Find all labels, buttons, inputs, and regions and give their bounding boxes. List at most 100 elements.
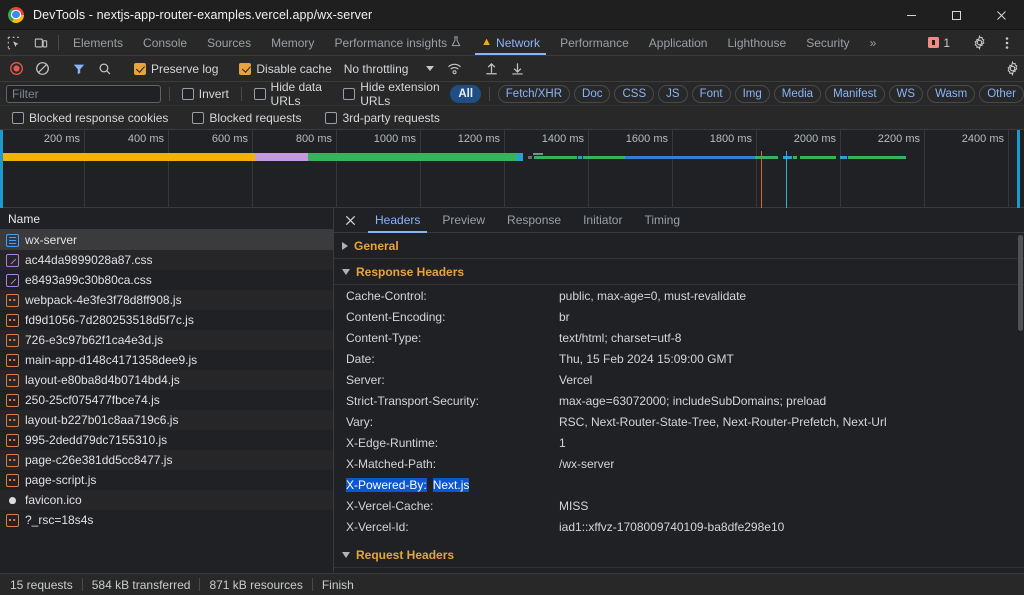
network-overview-timeline[interactable]: 200 ms 400 ms 600 ms 800 ms 1000 ms 1200… — [0, 130, 1024, 208]
table-row[interactable]: e8493a99c30b80ca.css — [0, 270, 333, 290]
tab-preview[interactable]: Preview — [431, 208, 496, 233]
gear-icon[interactable] — [966, 35, 993, 50]
header-row[interactable]: Server: Vercel — [334, 369, 1024, 390]
type-filter-js[interactable]: JS — [658, 85, 687, 103]
disable-cache-checkbox[interactable]: Disable cache — [235, 62, 335, 76]
clear-icon[interactable] — [30, 58, 54, 80]
search-icon[interactable] — [93, 58, 117, 80]
request-list[interactable]: wx-server ac44da9899028a87.css e8493a99c… — [0, 230, 333, 572]
section-general[interactable]: General — [334, 233, 1024, 259]
header-row[interactable]: X-Vercel-Id: iad1::xffvz-1708009740109-b… — [334, 516, 1024, 537]
type-filter-doc[interactable]: Doc — [574, 85, 610, 103]
header-row[interactable]: Strict-Transport-Security: max-age=63072… — [334, 390, 1024, 411]
table-row[interactable]: layout-b227b01c8aa719c6.js — [0, 410, 333, 430]
maximize-button[interactable] — [934, 0, 979, 30]
table-row[interactable]: page-script.js — [0, 470, 333, 490]
type-filter-ws[interactable]: WS — [889, 85, 924, 103]
header-row[interactable]: Vary: RSC, Next-Router-State-Tree, Next-… — [334, 411, 1024, 432]
tab-performance-insights[interactable]: Performance insights — [324, 30, 471, 55]
tab-elements[interactable]: Elements — [63, 30, 133, 55]
table-row[interactable]: ?_rsc=18s4s — [0, 510, 333, 530]
invert-checkbox[interactable]: Invert — [178, 87, 233, 101]
tab-timing[interactable]: Timing — [633, 208, 691, 233]
type-filter-css[interactable]: CSS — [614, 85, 654, 103]
type-filter-manifest[interactable]: Manifest — [825, 85, 884, 103]
issues-counter[interactable]: 1 — [921, 36, 957, 50]
table-row[interactable]: 250-25cf075477fbce74.js — [0, 390, 333, 410]
inspect-element-icon[interactable] — [0, 30, 27, 55]
tab-console[interactable]: Console — [133, 30, 197, 55]
type-filter-wasm[interactable]: Wasm — [927, 85, 975, 103]
tab-response[interactable]: Response — [496, 208, 572, 233]
request-name: ac44da9899028a87.css — [25, 253, 152, 267]
kebab-menu-icon[interactable] — [993, 36, 1020, 50]
tab-performance[interactable]: Performance — [550, 30, 639, 55]
funnel-icon[interactable] — [67, 58, 91, 80]
header-value: br — [559, 310, 570, 324]
tab-initiator[interactable]: Initiator — [572, 208, 633, 233]
header-row[interactable]: X-Edge-Runtime: 1 — [334, 432, 1024, 453]
device-toolbar-icon[interactable] — [27, 30, 54, 55]
headers-content: General Response Headers Cache-Control: … — [334, 233, 1024, 572]
header-row[interactable]: Content-Encoding: br — [334, 306, 1024, 327]
third-party-requests-checkbox[interactable]: 3rd-party requests — [321, 111, 443, 125]
type-filter-other[interactable]: Other — [979, 85, 1024, 103]
throttling-dropdown[interactable]: No throttling — [338, 62, 441, 76]
tab-network[interactable]: ▲ Network — [471, 30, 550, 55]
network-settings-gear-icon[interactable] — [1000, 58, 1024, 80]
type-filter-img[interactable]: Img — [735, 85, 770, 103]
table-row[interactable]: wx-server — [0, 230, 333, 250]
record-stop-icon[interactable] — [4, 58, 28, 80]
close-icon[interactable] — [340, 210, 360, 230]
export-har-icon[interactable] — [505, 58, 529, 80]
tab-sources[interactable]: Sources — [197, 30, 261, 55]
column-header-name[interactable]: Name — [0, 208, 333, 230]
tick-label: 1400 ms — [542, 133, 584, 145]
header-row[interactable]: :authority: nextjs-app-router-examples.v… — [334, 568, 1024, 572]
blocked-response-cookies-checkbox[interactable]: Blocked response cookies — [8, 111, 172, 125]
type-filter-media[interactable]: Media — [774, 85, 821, 103]
header-row[interactable]: X-Vercel-Cache: MISS — [334, 495, 1024, 516]
type-filter-all[interactable]: All — [450, 85, 481, 103]
header-value: RSC, Next-Router-State-Tree, Next-Router… — [559, 415, 887, 429]
more-tabs-button[interactable]: » — [860, 30, 887, 55]
section-request-headers[interactable]: Request Headers — [334, 542, 1024, 568]
search-input[interactable] — [6, 85, 161, 103]
overview-selection-left-handle[interactable] — [0, 130, 3, 208]
type-filter-font[interactable]: Font — [692, 85, 731, 103]
table-row[interactable]: 995-2dedd79dc7155310.js — [0, 430, 333, 450]
table-row[interactable]: layout-e80ba8d4b0714bd4.js — [0, 370, 333, 390]
tab-lighthouse[interactable]: Lighthouse — [717, 30, 796, 55]
header-row[interactable]: Cache-Control: public, max-age=0, must-r… — [334, 285, 1024, 306]
overview-selection-right-handle[interactable] — [1017, 130, 1020, 208]
table-row[interactable]: favicon.ico — [0, 490, 333, 510]
preserve-log-checkbox[interactable]: Preserve log — [130, 62, 222, 76]
table-row[interactable]: main-app-d148c4171358dee9.js — [0, 350, 333, 370]
network-conditions-icon[interactable] — [442, 58, 466, 80]
table-row[interactable]: webpack-4e3fe3f78d8ff908.js — [0, 290, 333, 310]
close-button[interactable] — [979, 0, 1024, 30]
import-har-icon[interactable] — [479, 58, 503, 80]
header-name: Server: — [346, 373, 559, 387]
vertical-scrollbar[interactable] — [1017, 233, 1024, 572]
tab-label: Sources — [207, 36, 251, 50]
table-row[interactable]: 726-e3c97b62f1ca4e3d.js — [0, 330, 333, 350]
hide-data-urls-checkbox[interactable]: Hide data URLs — [250, 80, 336, 108]
type-label: Media — [782, 88, 813, 100]
header-row[interactable]: Date: Thu, 15 Feb 2024 15:09:00 GMT — [334, 348, 1024, 369]
hide-extension-urls-checkbox[interactable]: Hide extension URLs — [339, 80, 446, 108]
tab-security[interactable]: Security — [796, 30, 859, 55]
type-filter-fetch-xhr[interactable]: Fetch/XHR — [498, 85, 570, 103]
header-row[interactable]: X-Matched-Path: /wx-server — [334, 453, 1024, 474]
tab-memory[interactable]: Memory — [261, 30, 324, 55]
section-response-headers[interactable]: Response Headers — [334, 259, 1024, 285]
tab-headers[interactable]: Headers — [364, 208, 431, 233]
table-row[interactable]: page-c26e381dd5cc8477.js — [0, 450, 333, 470]
tab-application[interactable]: Application — [639, 30, 718, 55]
blocked-requests-checkbox[interactable]: Blocked requests — [188, 111, 305, 125]
table-row[interactable]: ac44da9899028a87.css — [0, 250, 333, 270]
minimize-button[interactable] — [889, 0, 934, 30]
header-row-selected[interactable]: X-Powered-By: Next.js — [334, 474, 1024, 495]
table-row[interactable]: fd9d1056-7d280253518d5f7c.js — [0, 310, 333, 330]
header-row[interactable]: Content-Type: text/html; charset=utf-8 — [334, 327, 1024, 348]
